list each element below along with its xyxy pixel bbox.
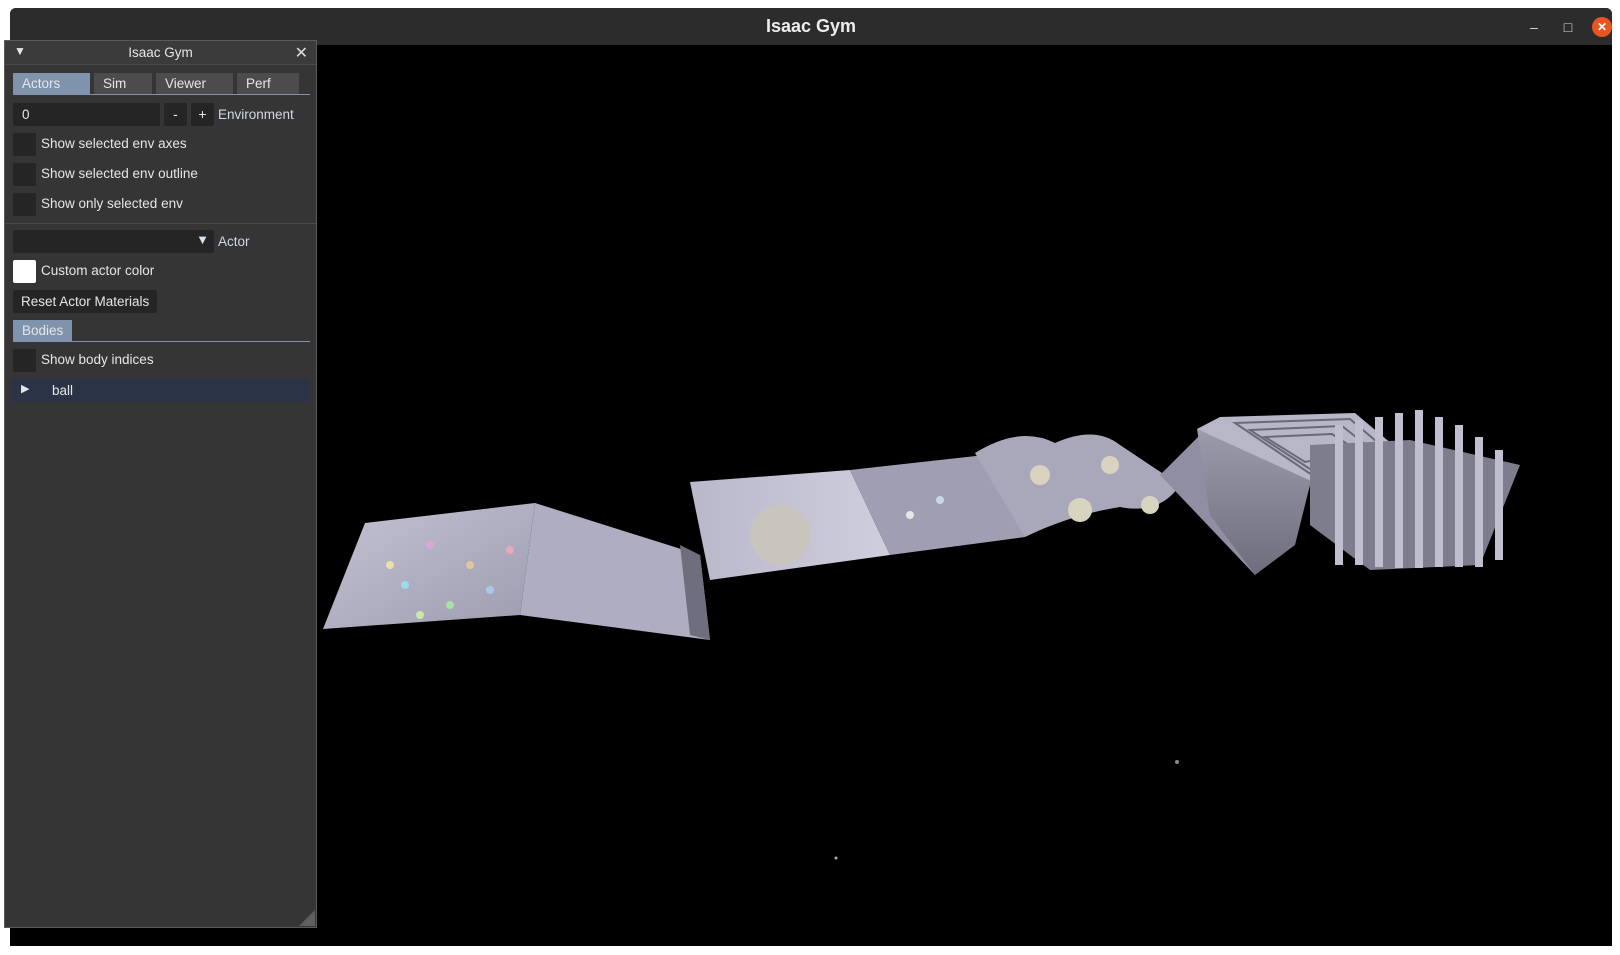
tree-item-ball[interactable]: ▶ ball [11, 379, 309, 402]
stray-point [1175, 760, 1179, 764]
tab-underline [13, 94, 310, 95]
show-only-env-label: Show only selected env [41, 196, 183, 211]
stray-point [834, 856, 838, 860]
dropdown-arrow-icon[interactable]: ▼ [196, 232, 209, 247]
panel-header[interactable]: ▼ Isaac Gym ✕ [5, 41, 316, 65]
custom-actor-color-swatch[interactable] [13, 260, 36, 283]
tab-sim[interactable]: Sim [94, 73, 152, 94]
tree-item-label: ball [52, 383, 74, 398]
show-env-axes-label: Show selected env axes [41, 136, 187, 151]
show-body-indices-checkbox[interactable] [13, 349, 36, 372]
tab-bodies[interactable]: Bodies [13, 320, 72, 341]
show-only-env-checkbox[interactable] [13, 193, 36, 216]
divider [5, 223, 316, 224]
show-env-outline-checkbox[interactable] [13, 163, 36, 186]
environment-index-input[interactable] [13, 103, 160, 126]
rough-terrain-tile [323, 503, 535, 629]
bodies-tab-underline [13, 341, 310, 342]
actor-dropdown[interactable]: ▼ [13, 230, 214, 253]
environment-label: Environment [218, 107, 294, 122]
close-window-icon[interactable]: ✕ [1592, 17, 1612, 37]
reset-actor-materials-button[interactable]: Reset Actor Materials [13, 290, 158, 313]
maximize-icon[interactable]: □ [1558, 17, 1578, 37]
close-icon[interactable]: ✕ [295, 43, 308, 63]
tab-actors[interactable]: Actors [13, 73, 90, 94]
show-body-indices-label: Show body indices [41, 352, 154, 367]
minimize-icon[interactable]: – [1524, 17, 1544, 37]
custom-actor-color-label: Custom actor color [41, 263, 155, 278]
resize-grip-icon[interactable] [299, 910, 315, 926]
increment-button[interactable]: + [191, 103, 214, 126]
show-env-outline-label: Show selected env outline [41, 166, 198, 181]
tab-perf[interactable]: Perf [237, 73, 299, 94]
actor-label: Actor [218, 234, 250, 249]
show-env-axes-checkbox[interactable] [13, 133, 36, 156]
expand-arrow-icon[interactable]: ▶ [21, 382, 29, 395]
panel-title: Isaac Gym [128, 45, 193, 60]
decrement-button[interactable]: - [164, 103, 187, 126]
tab-viewer[interactable]: Viewer [156, 73, 233, 94]
isaac-gym-panel[interactable]: ▼ Isaac Gym ✕ Actors Sim Viewer Perf - +… [4, 40, 317, 928]
ramp-tile [520, 503, 710, 640]
